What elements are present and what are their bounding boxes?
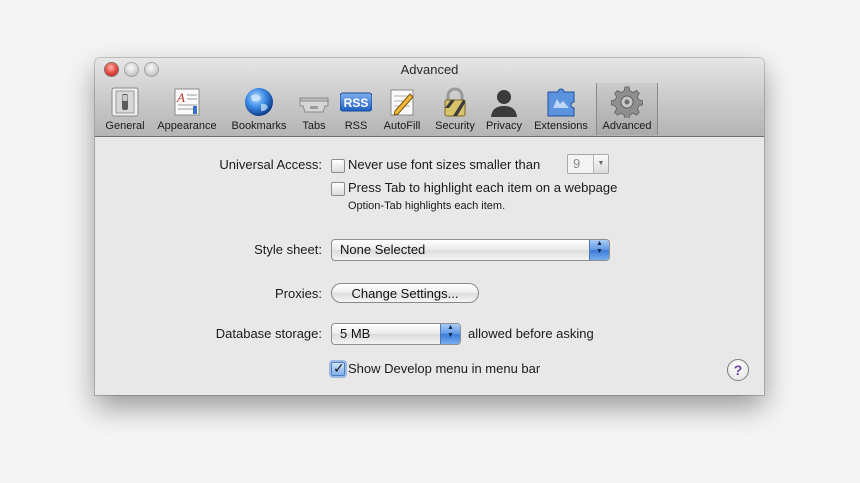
- toolbar-label-advanced: Advanced: [602, 120, 652, 132]
- toolbar-item-tabs[interactable]: Tabs: [295, 83, 333, 135]
- min-font-size-value: 9: [573, 156, 581, 171]
- database-storage-value: 5 MB: [340, 326, 371, 341]
- min-font-size-label: Never use font sizes smaller than: [348, 157, 541, 172]
- general-switch-icon: [109, 86, 141, 118]
- toolbar-item-security[interactable]: Security: [430, 83, 480, 135]
- chevron-down-icon: ▼: [593, 155, 608, 173]
- tab-highlight-hint: Option-Tab highlights each item.: [348, 200, 506, 212]
- database-storage-suffix: allowed before asking: [468, 326, 594, 341]
- change-settings-button[interactable]: Change Settings...: [331, 283, 479, 303]
- style-sheet-popup[interactable]: None Selected ▲ ▼: [331, 239, 610, 261]
- toolbar-item-general[interactable]: General: [100, 83, 150, 135]
- autofill-pencil-icon: [386, 86, 418, 118]
- toolbar-label-bookmarks: Bookmarks: [231, 120, 287, 132]
- up-down-arrows-icon: ▲ ▼: [440, 324, 460, 344]
- min-font-size-select[interactable]: 9 ▼: [567, 154, 609, 174]
- toolbar-label-autofill: AutoFill: [383, 120, 421, 132]
- globe-icon: [243, 86, 275, 118]
- preferences-window: Advanced General A Appearance Bookmarks …: [95, 58, 764, 395]
- tabs-icon: [298, 86, 330, 118]
- database-storage-popup[interactable]: 5 MB ▲ ▼: [331, 323, 461, 345]
- style-sheet-label: Style sheet:: [254, 242, 322, 257]
- toolbar-label-general: General: [105, 120, 145, 132]
- toolbar-label-privacy: Privacy: [485, 120, 523, 132]
- toolbar: Advanced General A Appearance Bookmarks …: [95, 58, 764, 137]
- puzzle-piece-icon: [545, 86, 577, 118]
- universal-access-label: Universal Access:: [219, 157, 322, 172]
- window-title: Advanced: [400, 62, 459, 77]
- show-develop-menu-checkbox[interactable]: ✓: [331, 360, 345, 376]
- appearance-icon: A: [171, 86, 203, 118]
- toolbar-item-extensions[interactable]: Extensions: [528, 83, 594, 135]
- toolbar-item-privacy[interactable]: Privacy: [482, 83, 526, 135]
- gear-icon: [610, 86, 644, 119]
- toolbar-label-security: Security: [435, 120, 475, 132]
- style-sheet-value: None Selected: [340, 242, 426, 257]
- toolbar-label-rss: RSS: [344, 120, 368, 132]
- checkmark-icon: ✓: [333, 360, 345, 376]
- lock-icon: [439, 86, 471, 118]
- person-silhouette-icon: [488, 86, 520, 118]
- advanced-pane: Universal Access: Never use font sizes s…: [95, 137, 764, 395]
- svg-text:RSS: RSS: [344, 96, 369, 110]
- up-down-arrows-icon: ▲ ▼: [589, 240, 609, 260]
- toolbar-item-appearance[interactable]: A Appearance: [152, 83, 222, 135]
- tab-highlight-label: Press Tab to highlight each item on a we…: [348, 180, 618, 195]
- svg-text:A: A: [176, 90, 185, 105]
- toolbar-item-advanced[interactable]: Advanced: [596, 83, 658, 135]
- rss-icon: RSS: [339, 86, 373, 118]
- show-develop-menu-label: Show Develop menu in menu bar: [348, 361, 541, 376]
- toolbar-item-rss[interactable]: RSS RSS: [338, 83, 374, 135]
- proxies-label: Proxies:: [275, 286, 322, 301]
- toolbar-item-bookmarks[interactable]: Bookmarks: [225, 83, 293, 135]
- min-font-size-checkbox[interactable]: [331, 159, 345, 173]
- help-button[interactable]: ?: [727, 359, 749, 381]
- toolbar-label-extensions: Extensions: [534, 120, 588, 132]
- toolbar-item-autofill[interactable]: AutoFill: [378, 83, 426, 135]
- tab-highlight-checkbox[interactable]: [331, 182, 345, 196]
- toolbar-label-tabs: Tabs: [302, 120, 326, 132]
- toolbar-label-appearance: Appearance: [157, 120, 217, 132]
- database-storage-label: Database storage:: [215, 326, 322, 341]
